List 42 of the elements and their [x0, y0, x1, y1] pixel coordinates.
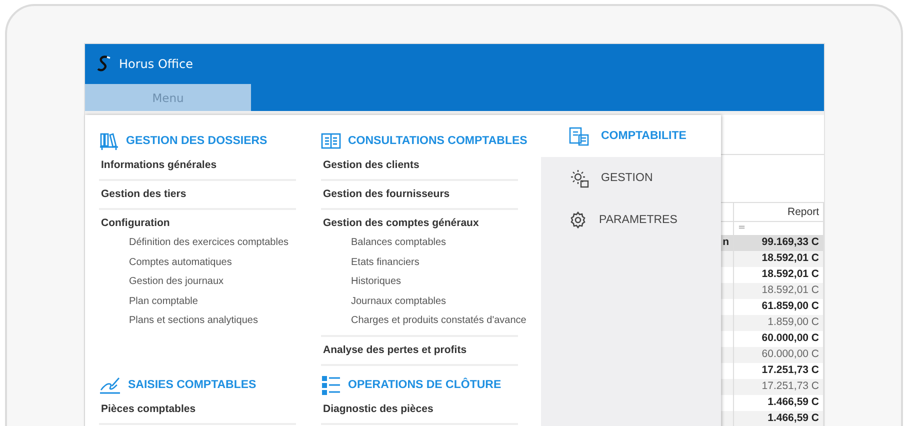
menu-item[interactable]: Gestion des clients: [321, 157, 541, 179]
menu-item[interactable]: Gestion des tiers: [99, 186, 319, 208]
section-title: OPERATIONS DE CLÔTURE: [348, 379, 502, 391]
table-cell: 17.251,73 C: [734, 379, 824, 395]
table-cell: 1.859,00 C: [734, 315, 824, 331]
section-title: CONSULTATIONS COMPTABLES: [348, 135, 528, 147]
submenu-item[interactable]: Balances comptables: [321, 237, 541, 257]
menu-item[interactable]: Analyse des pertes et profits: [321, 342, 541, 364]
table-cell: 1.466,59 C: [734, 411, 824, 426]
table-cell: n: [721, 235, 734, 251]
category-item[interactable]: GESTION: [541, 157, 721, 199]
menu-item[interactable]: Diagnostic des pièces: [321, 401, 541, 423]
section-title: SAISIES COMPTABLES: [128, 379, 256, 391]
hand-writing-icon: [99, 376, 121, 394]
bookshelf-icon: [99, 131, 119, 151]
menu-item[interactable]: Configuration: [99, 215, 319, 237]
ledger-icon: [321, 132, 341, 150]
window-title: Horus Office: [119, 57, 193, 71]
checklist-icon: [321, 375, 341, 395]
clipboard-calculator-icon: [569, 126, 589, 146]
menu-item[interactable]: Gestion des comptes généraux: [321, 215, 541, 237]
menu-item[interactable]: Pièces comptables: [99, 401, 319, 423]
submenu-item[interactable]: Plan comptable: [99, 296, 319, 316]
submenu-item[interactable]: Gestion des journaux: [99, 276, 319, 296]
menu-item[interactable]: Gestion des fournisseurs: [321, 186, 541, 208]
menu-item[interactable]: Informations générales: [99, 157, 319, 179]
logo-icon: [97, 55, 111, 73]
category-item[interactable]: PARAMETRES: [541, 199, 721, 241]
submenu-item[interactable]: Etats financiers: [321, 256, 541, 276]
submenu-item[interactable]: Comptes automatiques: [99, 256, 319, 276]
table-cell: 60.000,00 C: [734, 347, 824, 363]
submenu-item[interactable]: Journaux comptables: [321, 296, 541, 316]
table-cell: 18.592,01 C: [734, 251, 824, 267]
submenu-item[interactable]: Plans et sections analytiques: [99, 315, 319, 335]
settings-icon: [569, 211, 587, 229]
submenu-item[interactable]: Historiques: [321, 276, 541, 296]
table-cell: 99.169,33 C: [734, 235, 824, 251]
section-title: GESTION DES DOSSIERS: [126, 135, 268, 147]
column-header: Report: [734, 203, 824, 222]
submenu-item[interactable]: Définition des exercices comptables: [99, 237, 319, 257]
table-cell: 18.592,01 C: [734, 283, 824, 299]
submenu-item[interactable]: Charges et produits constatés d'avance: [321, 315, 541, 335]
